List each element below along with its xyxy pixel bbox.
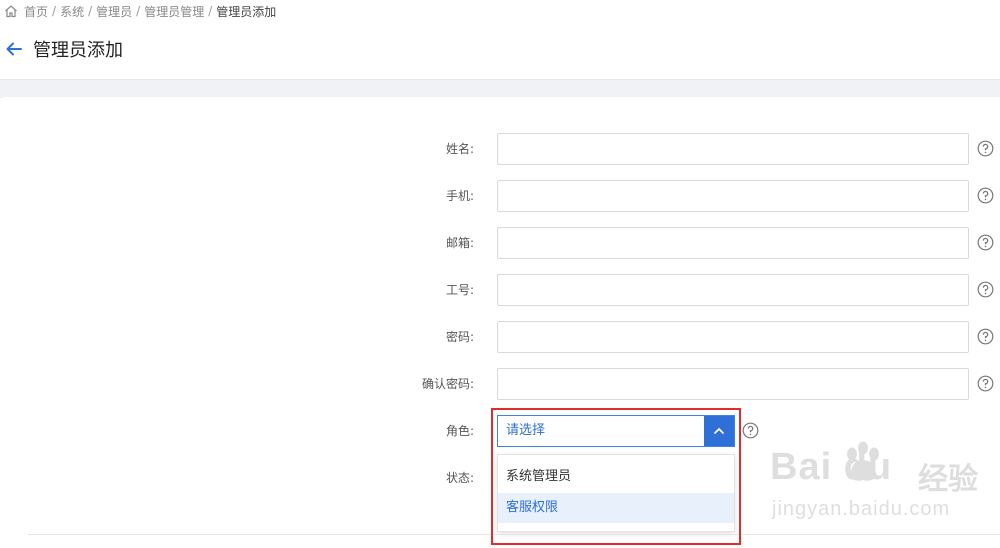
- form-row-employee-id: 工号:: [4, 274, 1000, 306]
- help-icon[interactable]: [977, 234, 994, 251]
- form-row-password: 密码:: [4, 321, 1000, 353]
- form-bottom-divider: [28, 534, 1000, 535]
- phone-label: 手机:: [445, 189, 474, 203]
- breadcrumb: 首页 / 系统 / 管理员 / 管理员管理 / 管理员添加: [4, 2, 276, 20]
- employee-id-input[interactable]: [497, 274, 969, 306]
- role-label: 角色:: [445, 424, 474, 438]
- email-input[interactable]: [497, 227, 969, 259]
- form-row-email: 邮箱:: [4, 227, 1000, 259]
- breadcrumb-system[interactable]: 系统: [60, 3, 84, 20]
- help-icon[interactable]: [977, 375, 994, 392]
- home-icon[interactable]: [4, 4, 18, 18]
- breadcrumb-separator: /: [52, 4, 57, 18]
- phone-input[interactable]: [497, 180, 969, 212]
- role-option-customer-service[interactable]: 客服权限: [498, 493, 734, 523]
- help-icon[interactable]: [977, 328, 994, 345]
- help-icon[interactable]: [977, 281, 994, 298]
- help-icon[interactable]: [977, 140, 994, 157]
- help-icon[interactable]: [742, 422, 759, 439]
- back-arrow-icon[interactable]: [4, 39, 24, 59]
- breadcrumb-home[interactable]: 首页: [24, 3, 48, 20]
- breadcrumb-separator: /: [136, 4, 141, 18]
- page-divider-band: [0, 79, 1000, 98]
- form-row-role: 角色: 请选择: [4, 415, 1000, 447]
- form-row-phone: 手机:: [4, 180, 1000, 212]
- confirm-password-input[interactable]: [497, 368, 969, 400]
- password-input[interactable]: [497, 321, 969, 353]
- role-select-value: 请选择: [506, 423, 546, 438]
- breadcrumb-admin-management[interactable]: 管理员管理: [144, 3, 204, 20]
- form-card: 姓名: 手机: 邮箱: 工号: 密码: 确认密码: 角色: 请选择 状态: 系统…: [4, 97, 1000, 548]
- role-select[interactable]: 请选择: [497, 415, 735, 447]
- page-header: 管理员添加: [0, 30, 1000, 68]
- breadcrumb-admin[interactable]: 管理员: [96, 3, 132, 20]
- name-label: 姓名:: [445, 142, 474, 156]
- form-row-name: 姓名:: [4, 133, 1000, 165]
- help-icon[interactable]: [977, 187, 994, 204]
- confirm-password-label: 确认密码:: [421, 377, 474, 391]
- breadcrumb-current: 管理员添加: [216, 4, 277, 19]
- name-input[interactable]: [497, 133, 969, 165]
- email-label: 邮箱:: [445, 236, 474, 250]
- form-row-confirm-password: 确认密码:: [4, 368, 1000, 400]
- password-label: 密码:: [445, 330, 474, 344]
- breadcrumb-separator: /: [208, 4, 213, 18]
- breadcrumb-separator: /: [88, 4, 93, 18]
- status-label: 状态:: [445, 471, 474, 485]
- employee-id-label: 工号:: [445, 283, 474, 297]
- role-option-system-admin[interactable]: 系统管理员: [498, 462, 734, 492]
- role-dropdown-menu: 系统管理员 客服权限: [497, 454, 735, 532]
- chevron-up-icon[interactable]: [704, 416, 734, 446]
- page-title: 管理员添加: [33, 40, 123, 61]
